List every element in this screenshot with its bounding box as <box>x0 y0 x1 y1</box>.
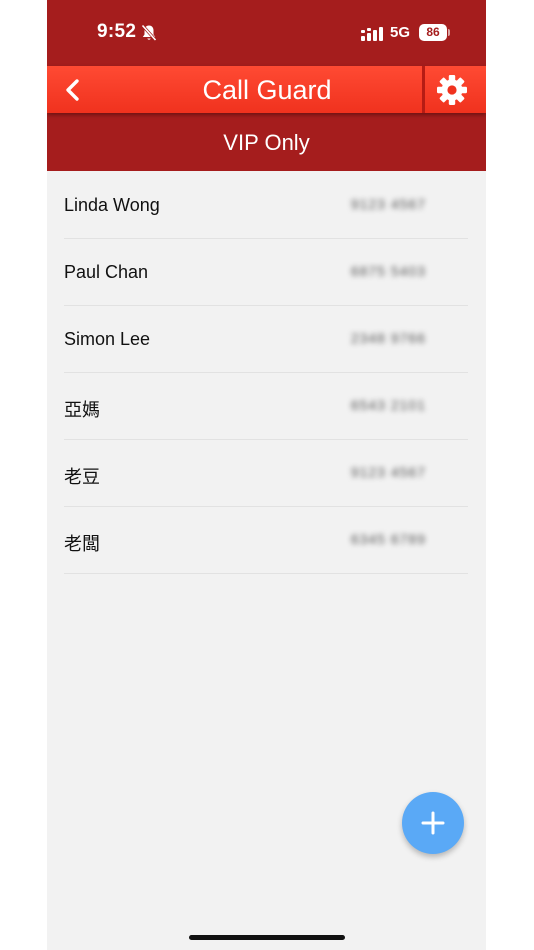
contact-name: Linda Wong <box>64 195 160 215</box>
app-header: Call Guard <box>47 66 486 113</box>
contact-number: 6875 5403 <box>350 263 426 279</box>
chevron-left-icon <box>66 79 79 101</box>
contact-row[interactable]: Paul Chan 6875 5403 <box>64 239 468 306</box>
contact-name: Simon Lee <box>64 329 151 349</box>
plus-icon <box>421 811 445 835</box>
contact-name: 老闆 <box>64 534 100 554</box>
phone-screen: 9:52 5G 86 Call Guard VIP Only Linda Won… <box>47 0 486 950</box>
contact-row[interactable]: Linda Wong 9123 4567 <box>64 172 468 239</box>
back-button[interactable] <box>59 76 87 104</box>
contact-number: 9123 4567 <box>350 196 426 212</box>
home-indicator[interactable] <box>189 935 345 940</box>
status-bar: 9:52 5G 86 <box>47 0 486 66</box>
gear-icon <box>437 75 467 105</box>
signal-icon <box>361 27 383 41</box>
contact-number: 6543 2101 <box>350 397 426 413</box>
contact-name: 亞媽 <box>64 400 100 420</box>
contact-name: 老豆 <box>64 467 100 487</box>
battery-tip <box>448 29 450 36</box>
contact-number: 9123 4567 <box>350 464 426 480</box>
contact-number: 6345 6789 <box>350 531 426 547</box>
contact-row[interactable]: 亞媽 6543 2101 <box>64 373 468 440</box>
contact-row[interactable]: 老豆 9123 4567 <box>64 440 468 507</box>
page-title: Call Guard <box>202 75 332 105</box>
settings-button[interactable] <box>436 74 468 106</box>
contact-name: Paul Chan <box>64 262 149 282</box>
filter-title: VIP Only <box>223 130 310 155</box>
bell-slash-icon <box>141 24 157 42</box>
status-time: 9:52 <box>97 21 137 42</box>
header-divider <box>422 66 425 113</box>
contact-number: 2348 9766 <box>350 330 426 346</box>
contact-list: Linda Wong 9123 4567 Paul Chan 6875 5403… <box>47 172 486 574</box>
add-contact-button[interactable] <box>402 792 464 854</box>
contact-row[interactable]: 老闆 6345 6789 <box>64 507 468 574</box>
network-label: 5G <box>390 24 411 41</box>
filter-banner: VIP Only <box>47 113 486 171</box>
contact-row[interactable]: Simon Lee 2348 9766 <box>64 306 468 373</box>
battery-indicator: 86 <box>419 24 447 41</box>
